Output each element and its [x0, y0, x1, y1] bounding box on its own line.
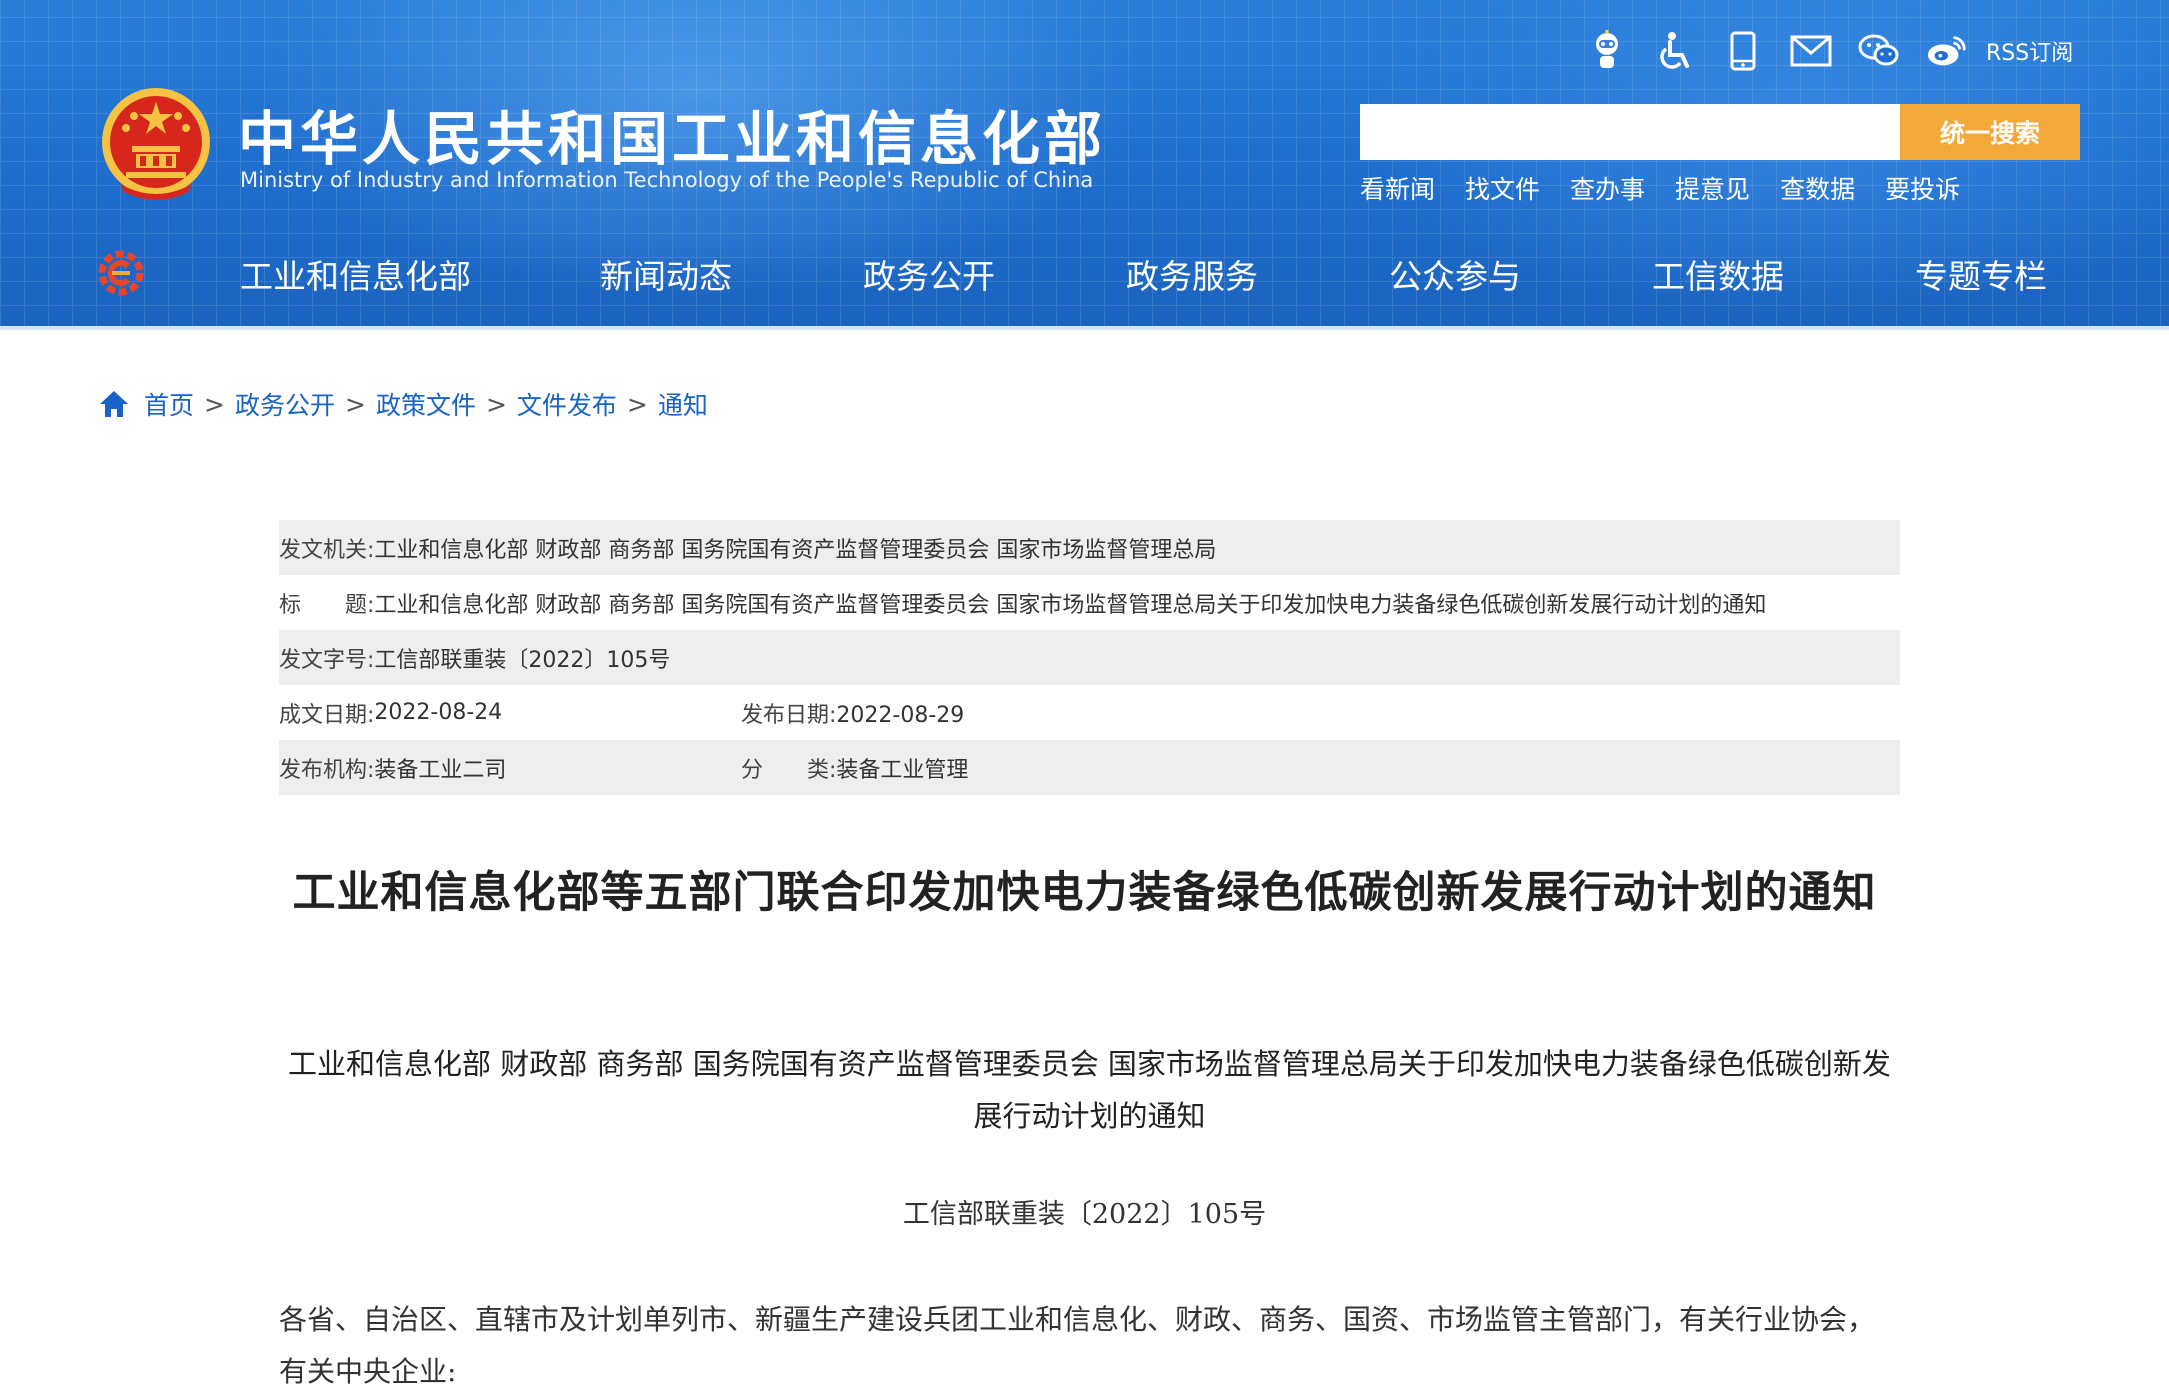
article-paragraph: 各省、自治区、直辖市及计划单列市、新疆生产建设兵团工业和信息化、财政、商务、国资…	[279, 1303, 1876, 1388]
mail-icon[interactable]	[1790, 30, 1832, 72]
published-date-value: 2022-08-29	[836, 702, 965, 728]
quick-link-complaints[interactable]: 要投诉	[1885, 170, 1960, 206]
published-date-cell: 发布日期:2022-08-29	[741, 697, 964, 729]
issuer-value: 工业和信息化部 财政部 商务部 国务院国有资产监督管理委员会 国家市场监督管理总…	[374, 537, 1217, 563]
nav-item-news[interactable]: 新闻动态	[600, 250, 732, 298]
article-title: 工业和信息化部等五部门联合印发加快电力装备绿色低碳创新发展行动计划的通知	[292, 868, 1877, 918]
mobile-icon[interactable]	[1722, 30, 1764, 72]
top-toolbar: RSS订阅	[1586, 26, 2073, 76]
org-label: 发布机构:	[279, 757, 375, 783]
created-date-label: 成文日期:	[279, 702, 375, 728]
info-row-doc-no: 发文字号: 工信部联重装〔2022〕105号	[279, 630, 1900, 685]
doc-no-value: 工信部联重装〔2022〕105号	[374, 647, 671, 673]
search-button[interactable]: 统一搜索	[1900, 104, 2080, 160]
nav-item-government-affairs[interactable]: 政务公开	[863, 250, 995, 298]
gear-logo-icon[interactable]	[96, 248, 146, 298]
nav-item-public-participation[interactable]: 公众参与	[1389, 250, 1521, 298]
category-label: 分 类:	[741, 757, 837, 783]
quick-links: 看新闻 找文件 查办事 提意见 查数据 要投诉	[1360, 170, 1990, 206]
info-row-issuer: 发文机关: 工业和信息化部 财政部 商务部 国务院国有资产监督管理委员会 国家市…	[279, 520, 1900, 575]
quick-link-feedback[interactable]: 提意见	[1675, 170, 1750, 206]
home-icon[interactable]	[98, 389, 130, 419]
main-nav: 工业和信息化部 新闻动态 政务公开 政务服务 公众参与 工信数据 专题专栏	[0, 240, 2169, 306]
breadcrumb: 首页 > 政务公开 > 政策文件 > 文件发布 > 通知	[98, 386, 708, 422]
nav-item-government-services[interactable]: 政务服务	[1126, 250, 1258, 298]
nav-item-special-topics[interactable]: 专题专栏	[1915, 250, 2047, 298]
org-value: 装备工业二司	[374, 757, 507, 783]
issuer-label: 发文机关:	[279, 537, 375, 563]
site-title[interactable]: 中华人民共和国工业和信息化部	[238, 92, 1106, 176]
nav-item-miit-data[interactable]: 工信数据	[1652, 250, 1784, 298]
nav-item-ministry[interactable]: 工业和信息化部	[240, 250, 471, 298]
header-divider	[0, 326, 2169, 330]
breadcrumb-file-release[interactable]: 文件发布	[517, 386, 617, 422]
breadcrumb-government-affairs[interactable]: 政务公开	[235, 386, 335, 422]
title-value: 工业和信息化部 财政部 商务部 国务院国有资产监督管理委员会 国家市场监督管理总…	[374, 592, 1767, 618]
breadcrumb-separator: >	[204, 389, 225, 419]
site-subtitle: Ministry of Industry and Information Tec…	[240, 168, 1094, 192]
created-date-value: 2022-08-24	[374, 700, 503, 725]
info-row-org: 发布机构: 装备工业二司 分 类:装备工业管理	[279, 740, 1900, 795]
breadcrumb-home[interactable]: 首页	[144, 386, 194, 422]
info-row-dates: 成文日期: 2022-08-24 发布日期:2022-08-29	[279, 685, 1900, 740]
accessibility-icon[interactable]	[1654, 30, 1696, 72]
search-input[interactable]	[1360, 104, 1900, 160]
doc-no-label: 发文字号:	[279, 647, 375, 673]
published-date-label: 发布日期:	[741, 702, 837, 728]
national-emblem-icon[interactable]	[96, 84, 216, 204]
quick-link-files[interactable]: 找文件	[1465, 170, 1540, 206]
quick-link-services[interactable]: 查办事	[1570, 170, 1645, 206]
document-info-table: 发文机关: 工业和信息化部 财政部 商务部 国务院国有资产监督管理委员会 国家市…	[279, 520, 1900, 795]
article-subtitle: 工业和信息化部 财政部 商务部 国务院国有资产监督管理委员会 国家市场监督管理总…	[288, 1047, 1891, 1133]
breadcrumb-notice[interactable]: 通知	[658, 386, 708, 422]
quick-link-data[interactable]: 查数据	[1780, 170, 1855, 206]
article-doc-number: 工信部联重装〔2022〕105号	[902, 1199, 1267, 1230]
quick-link-news[interactable]: 看新闻	[1360, 170, 1435, 206]
breadcrumb-separator: >	[626, 389, 648, 419]
title-label: 标 题:	[279, 592, 375, 618]
site-header: 中华人民共和国工业和信息化部 Ministry of Industry and …	[0, 0, 2169, 330]
breadcrumb-policy-files[interactable]: 政策文件	[376, 386, 476, 422]
rss-subscribe-link[interactable]: RSS订阅	[1986, 35, 2073, 67]
category-cell: 分 类:装备工业管理	[741, 752, 968, 784]
robot-assistant-icon[interactable]	[1586, 30, 1628, 72]
wechat-icon[interactable]	[1858, 30, 1900, 72]
breadcrumb-separator: >	[485, 389, 507, 419]
weibo-icon[interactable]	[1926, 30, 1968, 72]
info-row-title: 标 题: 工业和信息化部 财政部 商务部 国务院国有资产监督管理委员会 国家市场…	[279, 575, 1900, 630]
category-value: 装备工业管理	[836, 757, 969, 783]
breadcrumb-separator: >	[344, 389, 366, 419]
